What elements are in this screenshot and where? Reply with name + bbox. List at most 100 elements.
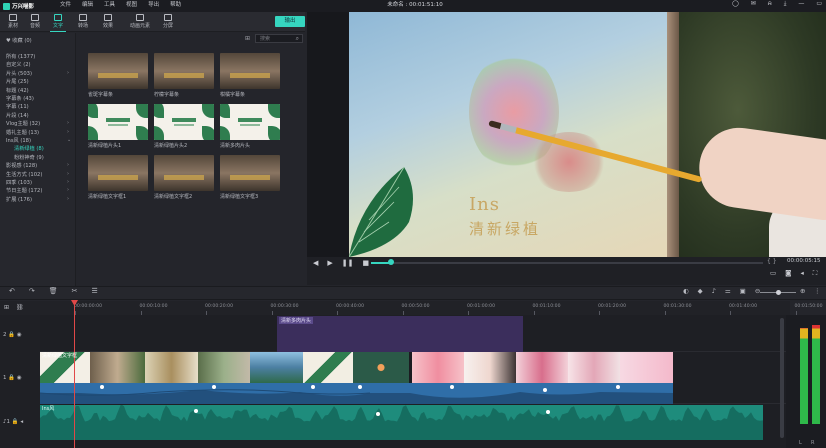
tab-split-screen[interactable]: 分屏 <box>155 14 181 29</box>
mark-in-out[interactable]: { } <box>767 258 777 265</box>
chevron-right-icon[interactable]: › <box>67 129 69 135</box>
audio-clip[interactable]: Ins风 <box>40 405 763 440</box>
bell-icon[interactable]: ⍾ <box>768 0 772 8</box>
keyframe[interactable] <box>100 385 104 389</box>
search-icon[interactable]: ⌕ <box>296 35 299 43</box>
menu-help[interactable]: 帮助 <box>170 0 181 8</box>
settings-icon[interactable]: ⋮ <box>814 287 821 295</box>
tab-transition[interactable]: 转场 <box>70 14 96 29</box>
template-thumbnail[interactable] <box>154 104 214 140</box>
menu-view[interactable]: 视图 <box>126 0 137 8</box>
template-thumbnail[interactable] <box>88 104 148 140</box>
video-audio-waveform[interactable] <box>40 383 673 404</box>
speaker-icon[interactable]: ◂ <box>20 419 23 425</box>
download-icon[interactable]: ⤓ <box>784 0 787 8</box>
category-item[interactable]: 婚礼主题 (13) <box>6 129 39 136</box>
cut-icon[interactable]: ✂ <box>72 287 78 295</box>
category-item[interactable]: 所有 (1377) <box>6 53 35 60</box>
keyframe[interactable] <box>543 388 547 392</box>
audio-mix-icon[interactable]: ⚌ <box>725 287 731 295</box>
play-icon[interactable]: ▶ <box>327 259 332 267</box>
title-clip[interactable]: 清新多肉片头 <box>277 316 523 352</box>
keyframe[interactable] <box>546 410 550 414</box>
template-thumbnail[interactable] <box>220 53 280 89</box>
zoom-out-icon[interactable]: ⊖ <box>755 287 760 295</box>
fullscreen-icon[interactable]: ⛶ <box>813 269 818 278</box>
category-item[interactable]: Vlog主题 (32) <box>6 120 40 127</box>
zoom-in-icon[interactable]: ⊕ <box>800 287 805 295</box>
maximize-icon[interactable]: ▭ <box>816 0 822 8</box>
grid-view-icon[interactable]: ⊞ <box>245 35 253 42</box>
category-item[interactable]: 节日主题 (172) <box>6 187 42 194</box>
chevron-right-icon[interactable]: › <box>67 187 69 193</box>
category-item[interactable]: 粉粉神奇 (9) <box>14 154 44 161</box>
preview-player[interactable]: Ins 清新绿植 <box>307 12 826 257</box>
template-thumbnail[interactable] <box>154 155 214 191</box>
category-item[interactable]: ♥ 收藏 (0) <box>6 37 32 44</box>
template-thumbnail[interactable] <box>220 104 280 140</box>
tab-elements[interactable]: 动画元素 <box>125 14 155 29</box>
template-thumbnail[interactable] <box>88 155 148 191</box>
lock-icon[interactable]: 🔒 <box>12 419 19 425</box>
redo-icon[interactable]: ↷ <box>29 287 35 295</box>
chevron-down-icon[interactable]: ⌄ <box>67 137 71 143</box>
category-item[interactable]: 片尾 (25) <box>6 78 29 85</box>
add-track-icon[interactable]: ⊞ <box>4 304 9 311</box>
monitor-icon[interactable]: ▭ <box>770 269 776 278</box>
zoom-handle[interactable] <box>776 290 781 295</box>
stop-icon[interactable]: ■ <box>363 259 370 267</box>
chevron-right-icon[interactable]: › <box>67 179 69 185</box>
template-thumbnail[interactable] <box>88 53 148 89</box>
menu-tools[interactable]: 工具 <box>104 0 115 8</box>
keyframe[interactable] <box>358 385 362 389</box>
template-thumbnail[interactable] <box>220 155 280 191</box>
category-item[interactable]: 字幕条 (43) <box>6 95 34 102</box>
keyframe[interactable] <box>212 385 216 389</box>
progress-track[interactable] <box>371 262 763 264</box>
snapshot-icon[interactable]: ▣ <box>740 287 746 295</box>
menu-edit[interactable]: 编辑 <box>82 0 93 8</box>
keyframe[interactable] <box>311 385 315 389</box>
keyframe[interactable] <box>616 385 620 389</box>
playhead[interactable] <box>74 301 75 448</box>
video-clip[interactable]: 清新绿植文字框 <box>40 352 673 383</box>
chevron-right-icon[interactable]: › <box>67 162 69 168</box>
adjust-icon[interactable]: ☰ <box>92 287 98 295</box>
chevron-right-icon[interactable]: › <box>67 196 69 202</box>
marker-icon[interactable]: ◆ <box>698 287 703 295</box>
progress-handle[interactable] <box>387 259 394 265</box>
category-item[interactable]: 标题 (42) <box>6 87 29 94</box>
category-item[interactable]: 自定义 (2) <box>6 61 31 68</box>
keyframe[interactable] <box>376 412 380 416</box>
undo-icon[interactable]: ↶ <box>9 287 15 295</box>
category-item[interactable]: 扩展 (176) <box>6 196 32 203</box>
menu-file[interactable]: 文件 <box>60 0 71 8</box>
eye-icon[interactable]: ◉ <box>17 375 22 381</box>
camera-icon[interactable]: ◙ <box>785 269 791 278</box>
tab-text[interactable]: 文字 <box>45 14 71 32</box>
export-button[interactable]: 输出 <box>275 16 305 27</box>
delete-icon[interactable]: 🗑 <box>49 287 58 295</box>
search-input[interactable]: 搜索 ⌕ <box>255 34 303 43</box>
template-thumbnail[interactable] <box>154 53 214 89</box>
category-item[interactable]: 生活方式 (102) <box>6 171 42 178</box>
category-item[interactable]: 片段 (14) <box>6 112 29 119</box>
keyframe[interactable] <box>194 409 198 413</box>
link-icon[interactable]: ⛓ <box>16 304 24 311</box>
category-item[interactable]: 字幕 (11) <box>6 103 29 110</box>
mail-icon[interactable]: ✉ <box>751 0 756 8</box>
tab-effects[interactable]: 效果 <box>95 14 121 29</box>
timeline-scrollbar[interactable] <box>780 318 784 438</box>
category-item[interactable]: Ins风 (18) <box>6 137 31 144</box>
volume-icon[interactable]: ◂ <box>800 269 803 278</box>
pause-icon[interactable]: ❚❚ <box>342 259 354 267</box>
eye-icon[interactable]: ◉ <box>17 332 22 338</box>
category-item[interactable]: 影视感 (128) <box>6 162 37 169</box>
prev-frame-icon[interactable]: ◀ <box>313 259 318 267</box>
user-icon[interactable]: ◯ <box>732 0 739 8</box>
chevron-right-icon[interactable]: › <box>67 70 69 76</box>
menu-export[interactable]: 导出 <box>148 0 159 8</box>
lock-icon[interactable]: 🔒 <box>8 332 15 338</box>
minimize-icon[interactable]: — <box>798 0 804 8</box>
category-item[interactable]: 四季 (103) <box>6 179 32 186</box>
